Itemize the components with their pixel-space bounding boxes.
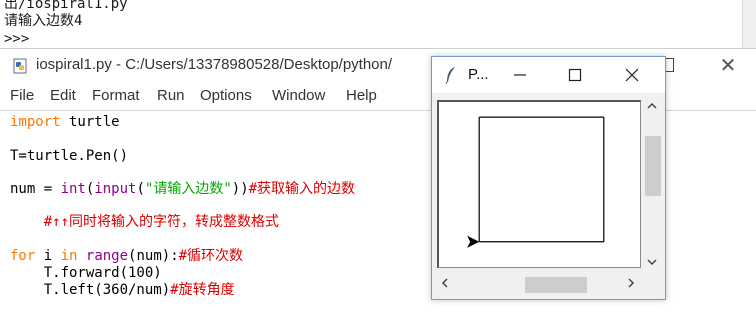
horizontal-scroll-thumb[interactable] [525, 277, 587, 293]
code-text: T.left(360/num) [10, 282, 171, 298]
turtle-canvas[interactable] [437, 100, 641, 268]
string-literal: "请输入边数" [144, 181, 232, 197]
turtle-titlebar[interactable]: P... [432, 57, 665, 93]
code-text: num = [10, 181, 61, 197]
close-icon[interactable]: ✕ [716, 53, 740, 77]
shell-output-line: 出/iospiral1.py [4, 0, 128, 12]
menu-format[interactable]: Format [92, 87, 140, 104]
turtle-cursor-icon [467, 235, 480, 248]
scroll-up-icon[interactable] [643, 98, 661, 114]
scroll-down-icon[interactable] [643, 254, 661, 270]
shell-output-line: 请输入边数4 [4, 13, 83, 29]
menu-file[interactable]: File [10, 87, 34, 104]
scroll-left-icon[interactable] [437, 273, 453, 293]
vertical-scrollbar[interactable] [643, 98, 661, 270]
turtle-window-title: P... [468, 66, 489, 83]
comment: #旋转角度 [170, 282, 235, 298]
builtin: int [60, 181, 86, 197]
code-line-4-comment: #↑↑同时将输入的字符，转成整数格式 [10, 214, 280, 230]
minimize-icon[interactable] [506, 63, 534, 87]
menu-run[interactable]: Run [157, 87, 185, 104]
code-text: i [35, 248, 61, 264]
vertical-scroll-thumb[interactable] [645, 136, 661, 196]
keyword: for [10, 248, 36, 264]
builtin: range [85, 248, 129, 264]
python-file-icon [13, 58, 27, 74]
menu-edit[interactable]: Edit [50, 87, 76, 104]
turtle-window-body [432, 93, 665, 299]
code-line-7: T.left(360/num)#旋转角度 [10, 281, 235, 299]
code-line-1: import turtle [10, 113, 120, 131]
comment: #获取输入的边数 [248, 181, 356, 197]
menu-window[interactable]: Window [272, 87, 325, 104]
menu-help[interactable]: Help [346, 87, 377, 104]
close-icon[interactable] [618, 63, 646, 87]
comment: #循环次数 [178, 248, 244, 264]
scroll-right-icon[interactable] [623, 273, 639, 293]
horizontal-scrollbar[interactable] [437, 273, 641, 293]
code-text: (num): [128, 248, 179, 264]
turtle-drawing [467, 116, 605, 248]
code-line-5: for i in range(num):#循环次数 [10, 247, 243, 265]
keyword: import [10, 114, 61, 130]
code-line-2: T=turtle.Pen() [10, 148, 129, 164]
code-line-6: T.forward(100) [10, 265, 162, 281]
shell-prompt[interactable]: >>> [4, 31, 29, 47]
keyword: in [60, 248, 78, 264]
menu-options[interactable]: Options [200, 87, 252, 104]
turtle-graphics-window: P... [431, 56, 666, 300]
editor-title: iospiral1.py - C:/Users/13378980528/Desk… [36, 56, 393, 73]
maximize-icon[interactable] [561, 63, 589, 87]
python-shell-window: 出/iospiral1.py 请输入边数4 >>> [0, 0, 756, 50]
code-text: turtle [60, 114, 120, 130]
feather-icon [445, 67, 455, 84]
shell-scrollbar[interactable] [742, 0, 756, 50]
code-line-3: num = int(input("请输入边数"))#获取输入的边数 [10, 180, 355, 198]
code-text: )) [231, 181, 249, 197]
builtin: input [94, 181, 137, 197]
code-text: ( [136, 181, 145, 197]
